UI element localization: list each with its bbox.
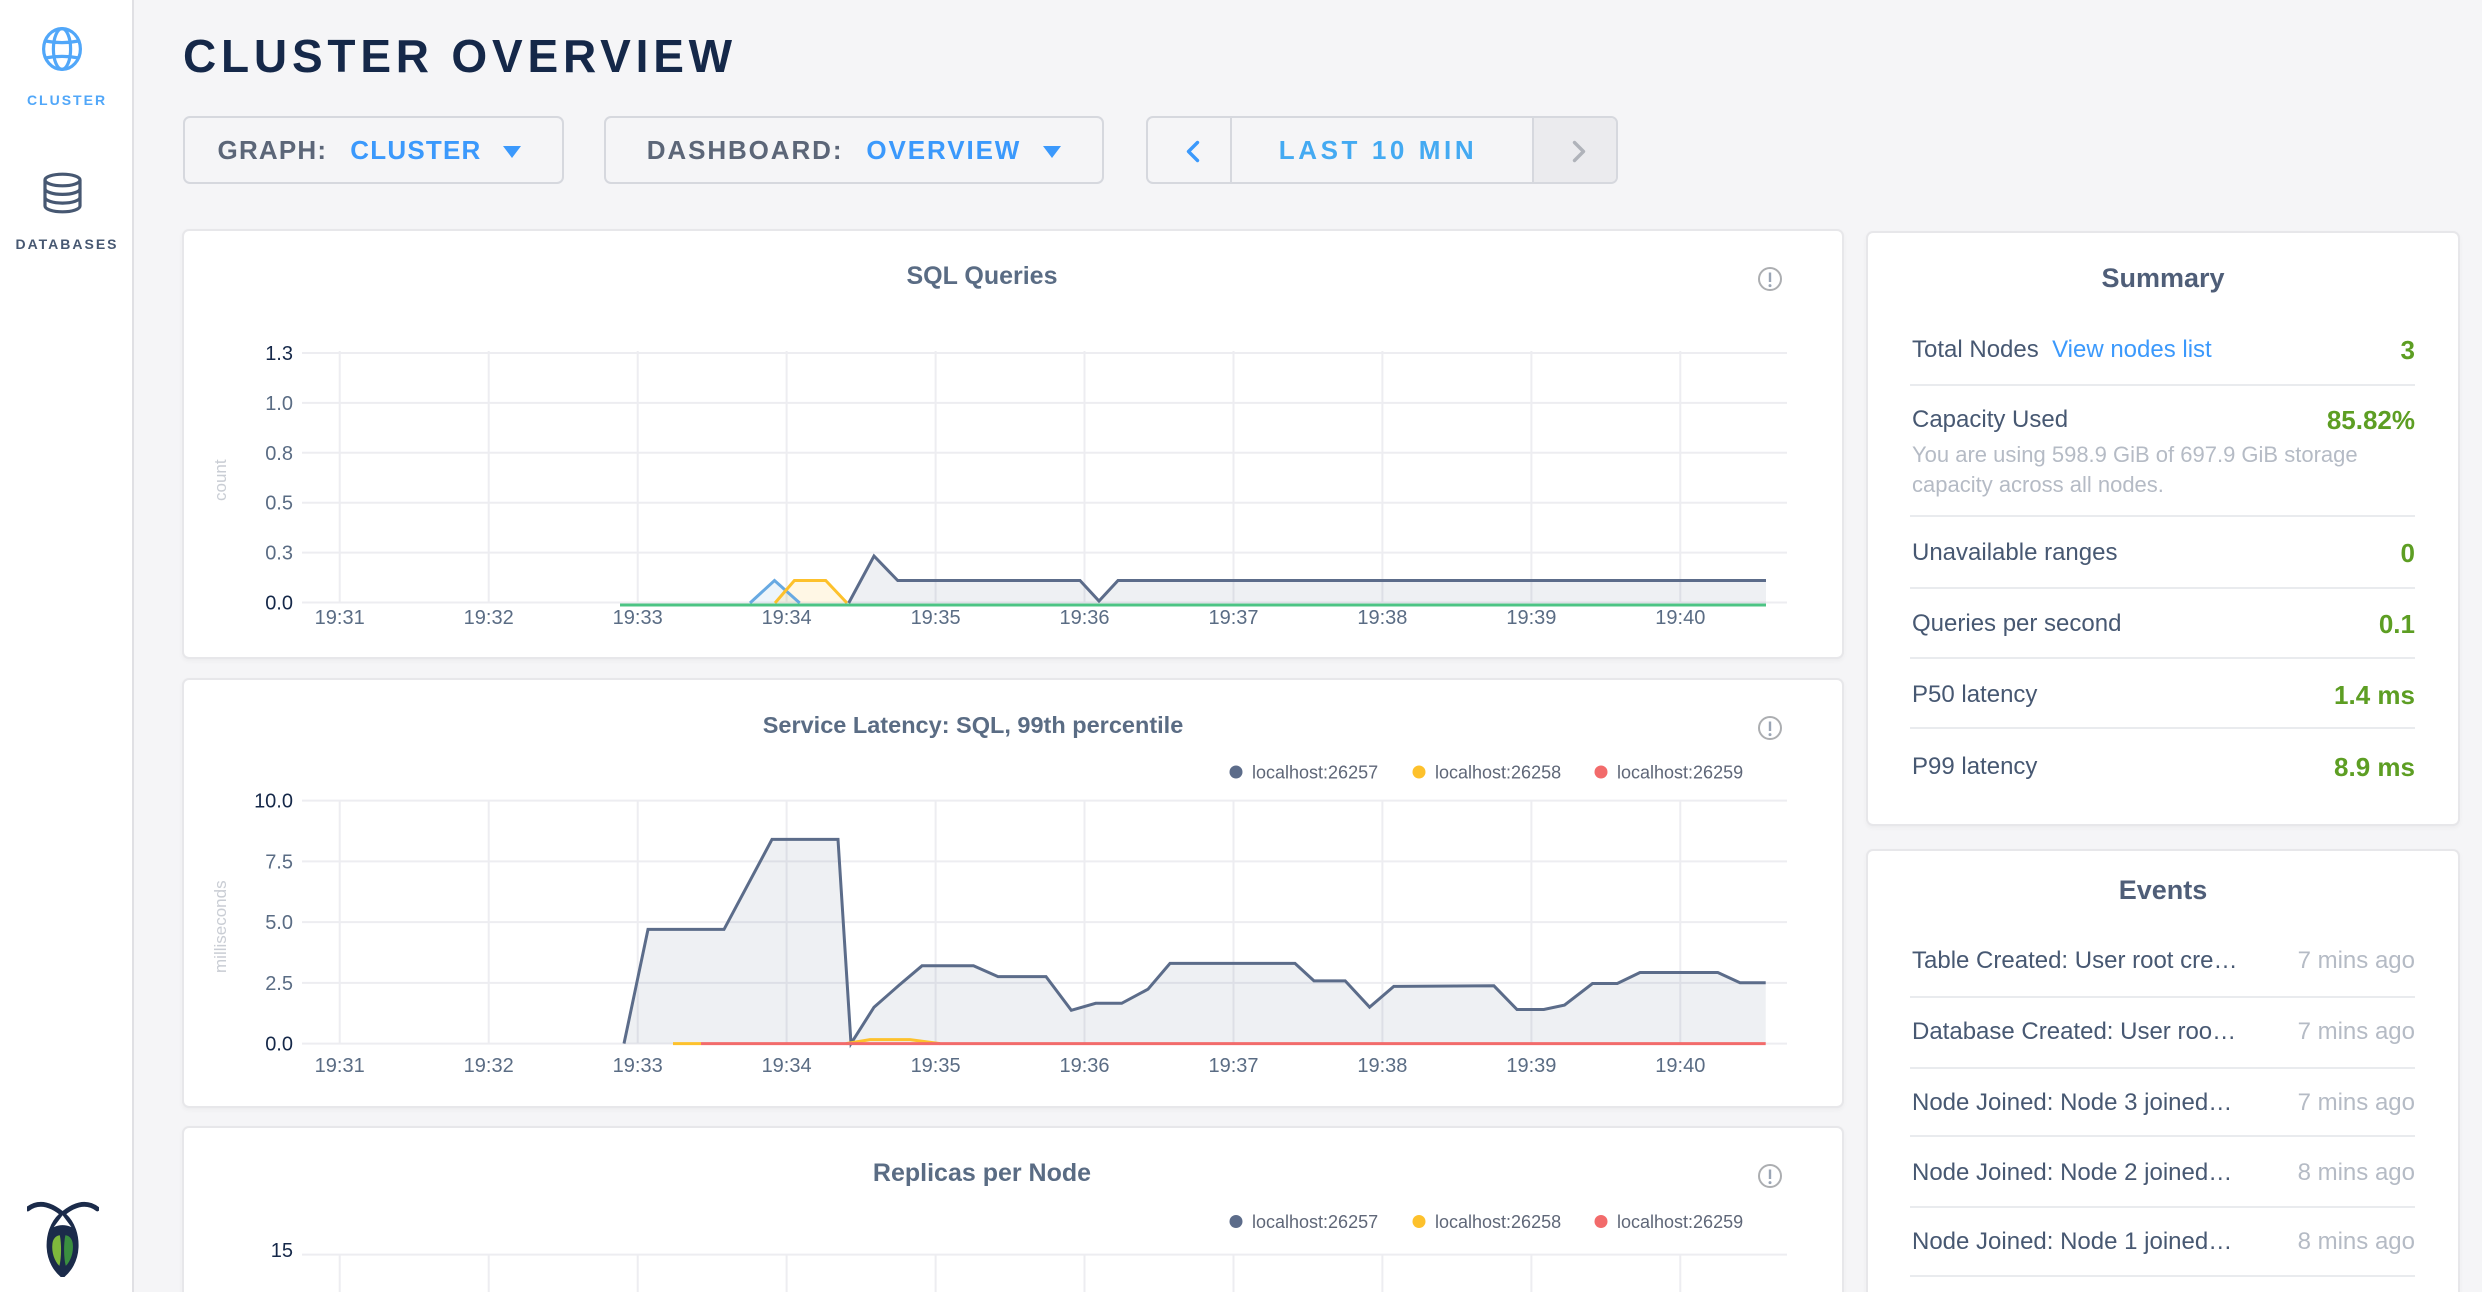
svg-text:19:37: 19:37	[1208, 1055, 1258, 1077]
svg-text:1.0: 1.0	[265, 393, 293, 415]
svg-text:0.8: 0.8	[265, 443, 293, 465]
svg-text:19:36: 19:36	[1059, 607, 1109, 629]
svg-text:19:35: 19:35	[911, 1055, 961, 1077]
svg-text:localhost:26258: localhost:26258	[1435, 1212, 1561, 1232]
svg-text:19:39: 19:39	[1506, 1055, 1556, 1077]
svg-text:15: 15	[271, 1240, 293, 1262]
svg-text:10.0: 10.0	[254, 791, 293, 813]
svg-text:localhost:26257: localhost:26257	[1252, 1212, 1378, 1232]
svg-text:5.0: 5.0	[265, 912, 293, 934]
svg-text:localhost:26259: localhost:26259	[1617, 1212, 1743, 1232]
svg-text:19:40: 19:40	[1655, 1055, 1705, 1077]
svg-text:SQL Queries: SQL Queries	[907, 262, 1058, 290]
svg-text:19:36: 19:36	[1059, 1055, 1109, 1077]
svg-text:0.3: 0.3	[265, 543, 293, 565]
svg-text:19:31: 19:31	[315, 607, 365, 629]
svg-text:19:32: 19:32	[464, 1055, 514, 1077]
svg-text:milliseconds: milliseconds	[211, 880, 230, 973]
svg-text:0.5: 0.5	[265, 493, 293, 515]
svg-text:localhost:26259: localhost:26259	[1617, 763, 1743, 783]
svg-text:1.3: 1.3	[265, 343, 293, 365]
svg-text:19:38: 19:38	[1357, 607, 1407, 629]
svg-text:19:35: 19:35	[911, 607, 961, 629]
svg-text:2.5: 2.5	[265, 973, 293, 995]
svg-text:19:34: 19:34	[762, 607, 812, 629]
svg-text:19:40: 19:40	[1655, 607, 1705, 629]
svg-text:19:32: 19:32	[464, 607, 514, 629]
svg-text:0.0: 0.0	[265, 593, 293, 615]
svg-text:Service Latency: SQL, 99th per: Service Latency: SQL, 99th percentile	[763, 712, 1184, 738]
svg-text:19:34: 19:34	[762, 1055, 812, 1077]
svg-text:19:31: 19:31	[315, 1055, 365, 1077]
svg-text:19:37: 19:37	[1208, 607, 1258, 629]
svg-text:0.0: 0.0	[265, 1034, 293, 1056]
svg-text:19:39: 19:39	[1506, 607, 1556, 629]
svg-text:19:33: 19:33	[613, 607, 663, 629]
svg-text:7.5: 7.5	[265, 851, 293, 873]
svg-text:Replicas per Node: Replicas per Node	[873, 1159, 1091, 1187]
svg-text:19:38: 19:38	[1357, 1055, 1407, 1077]
svg-text:19:33: 19:33	[613, 1055, 663, 1077]
svg-text:localhost:26258: localhost:26258	[1435, 763, 1561, 783]
svg-text:localhost:26257: localhost:26257	[1252, 763, 1378, 783]
svg-text:count: count	[211, 459, 230, 501]
